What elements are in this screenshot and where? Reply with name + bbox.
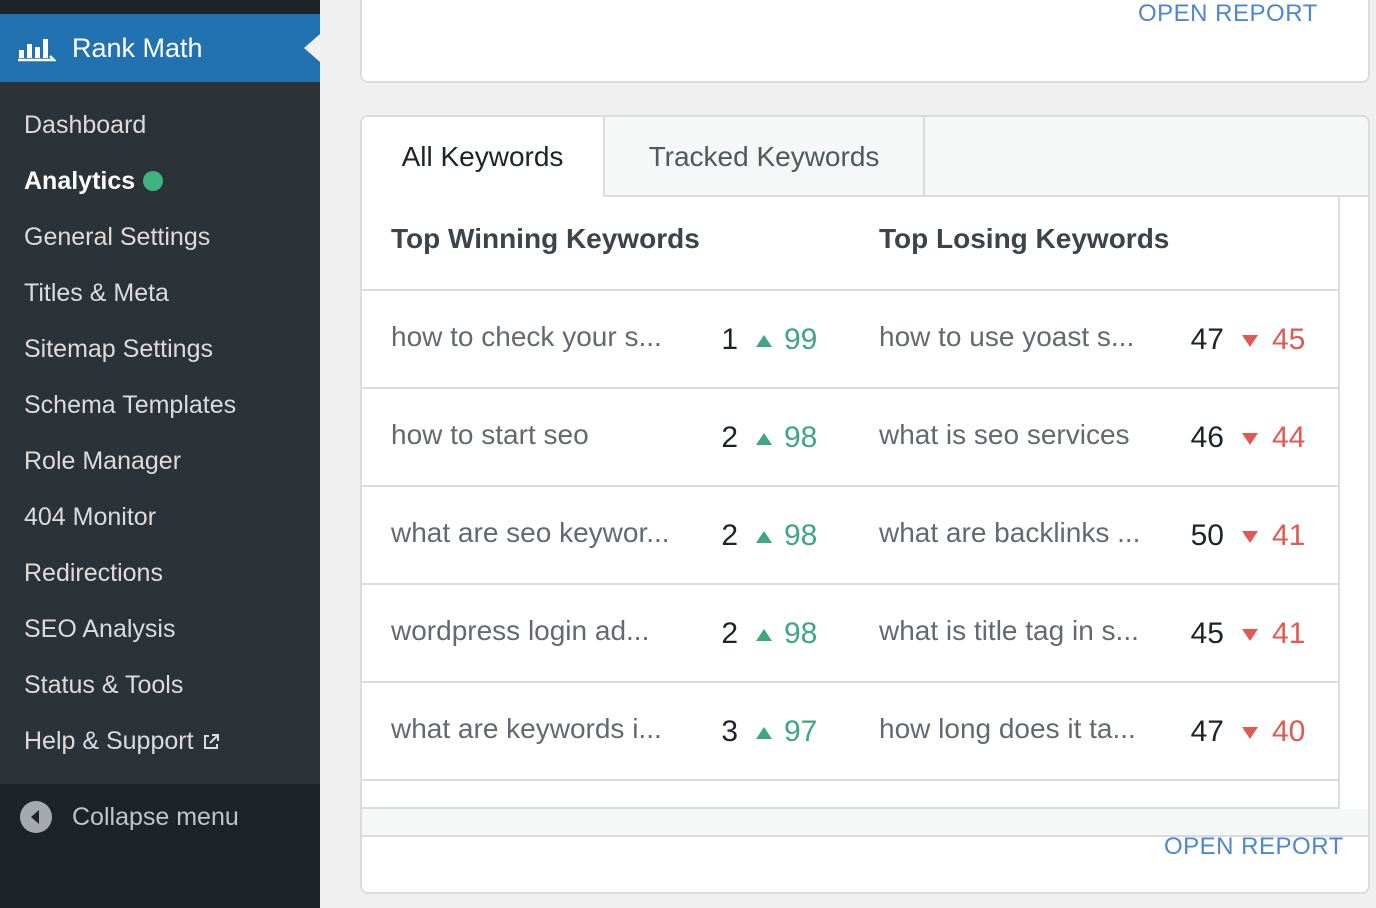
menu-item-help-support[interactable]: Help & Support bbox=[24, 724, 220, 758]
losing-position: 45 bbox=[1190, 617, 1224, 650]
table-row: what are seo keywor... 2 98 what are bac… bbox=[362, 487, 1338, 585]
winning-position: 3 bbox=[721, 715, 738, 748]
keywords-card: All Keywords Tracked Keywords Top Winnin… bbox=[360, 115, 1370, 894]
menu-item-404-monitor[interactable]: 404 Monitor bbox=[24, 500, 156, 534]
collapse-menu-label: Collapse menu bbox=[72, 803, 239, 831]
menu-item-help-support-label: Help & Support bbox=[24, 727, 194, 755]
winning-keyword[interactable]: how to check your s... bbox=[391, 321, 696, 353]
top-winning-keywords-title: Top Winning Keywords bbox=[391, 223, 700, 254]
current-menu-arrow bbox=[304, 34, 320, 62]
winning-keyword[interactable]: how to start seo bbox=[391, 419, 696, 451]
menu-item-seo-analysis[interactable]: SEO Analysis bbox=[24, 612, 175, 646]
losing-keyword[interactable]: what is title tag in s... bbox=[879, 615, 1164, 647]
previous-report-card: OPEN REPORT bbox=[360, 0, 1370, 83]
table-row: wordpress login ad... 2 98 what is title… bbox=[362, 585, 1338, 683]
losing-diff: 41 bbox=[1272, 617, 1306, 650]
admin-sidebar: Rank Math Dashboard Analytics General Se… bbox=[0, 0, 320, 908]
losing-diff: 40 bbox=[1272, 715, 1306, 748]
winning-keyword[interactable]: what are seo keywor... bbox=[391, 517, 696, 549]
menu-item-analytics-label: Analytics bbox=[24, 167, 136, 195]
winning-diff: 98 bbox=[784, 519, 818, 552]
arrow-down-icon bbox=[1242, 531, 1258, 543]
collapse-menu-button[interactable]: Collapse menu bbox=[0, 784, 320, 908]
winning-position: 2 bbox=[721, 421, 738, 454]
winning-diff: 98 bbox=[784, 421, 818, 454]
tab-all-keywords[interactable]: All Keywords bbox=[362, 117, 605, 199]
collapse-arrow-icon bbox=[20, 801, 52, 833]
menu-item-dashboard[interactable]: Dashboard bbox=[24, 108, 146, 142]
winning-position: 1 bbox=[721, 323, 738, 356]
arrow-up-icon bbox=[756, 335, 772, 347]
winning-keyword[interactable]: wordpress login ad... bbox=[391, 615, 696, 647]
menu-item-redirections[interactable]: Redirections bbox=[24, 556, 163, 590]
menu-item-status-tools[interactable]: Status & Tools bbox=[24, 668, 183, 702]
top-losing-keywords-title: Top Losing Keywords bbox=[879, 223, 1170, 254]
losing-position: 50 bbox=[1190, 519, 1224, 552]
losing-position: 46 bbox=[1190, 421, 1224, 454]
arrow-up-icon bbox=[756, 433, 772, 445]
menu-item-schema-templates[interactable]: Schema Templates bbox=[24, 388, 236, 422]
table-row: what are keywords i... 3 97 how long doe… bbox=[362, 683, 1338, 781]
sidebar-top-bar bbox=[0, 0, 320, 14]
winning-diff: 98 bbox=[784, 617, 818, 650]
menu-item-analytics[interactable]: Analytics bbox=[24, 164, 164, 198]
losing-keyword[interactable]: how long does it ta... bbox=[879, 713, 1164, 745]
arrow-up-icon bbox=[756, 629, 772, 641]
open-report-link-top[interactable]: OPEN REPORT bbox=[1138, 0, 1318, 28]
winning-diff: 99 bbox=[784, 323, 818, 356]
external-link-icon bbox=[203, 734, 219, 749]
losing-diff: 45 bbox=[1272, 323, 1306, 356]
open-report-link[interactable]: OPEN REPORT bbox=[1164, 833, 1344, 861]
arrow-down-icon bbox=[1242, 727, 1258, 739]
winning-position: 2 bbox=[721, 617, 738, 650]
arrow-up-icon bbox=[756, 727, 772, 739]
losing-diff: 41 bbox=[1272, 519, 1306, 552]
menu-item-general-settings[interactable]: General Settings bbox=[24, 220, 210, 254]
arrow-down-icon bbox=[1242, 629, 1258, 641]
keywords-panel: Top Winning Keywords Top Losing Keywords… bbox=[362, 197, 1340, 809]
arrow-down-icon bbox=[1242, 335, 1258, 347]
losing-position: 47 bbox=[1190, 323, 1224, 356]
menu-item-role-manager[interactable]: Role Manager bbox=[24, 444, 181, 478]
menu-item-sitemap-settings[interactable]: Sitemap Settings bbox=[24, 332, 213, 366]
arrow-down-icon bbox=[1242, 433, 1258, 445]
losing-keyword[interactable]: what is seo services bbox=[879, 419, 1164, 451]
status-dot-icon bbox=[143, 171, 164, 191]
losing-position: 47 bbox=[1190, 715, 1224, 748]
rank-math-label: Rank Math bbox=[72, 33, 203, 63]
menu-item-titles-meta[interactable]: Titles & Meta bbox=[24, 276, 169, 310]
winning-keyword[interactable]: what are keywords i... bbox=[391, 713, 696, 745]
tab-tracked-keywords[interactable]: Tracked Keywords bbox=[605, 117, 925, 197]
losing-keyword[interactable]: how to use yoast s... bbox=[879, 321, 1164, 353]
winning-diff: 97 bbox=[784, 715, 818, 748]
table-row: how to check your s... 1 99 how to use y… bbox=[362, 291, 1338, 389]
losing-keyword[interactable]: what are backlinks ... bbox=[879, 517, 1164, 549]
arrow-up-icon bbox=[756, 531, 772, 543]
losing-diff: 44 bbox=[1272, 421, 1306, 454]
table-row: how to start seo 2 98 what is seo servic… bbox=[362, 389, 1338, 487]
winning-position: 2 bbox=[721, 519, 738, 552]
keyword-tabs: All Keywords Tracked Keywords bbox=[362, 117, 1368, 199]
rank-math-menu-header[interactable]: Rank Math bbox=[0, 14, 320, 82]
rank-math-logo-icon bbox=[18, 39, 56, 62]
